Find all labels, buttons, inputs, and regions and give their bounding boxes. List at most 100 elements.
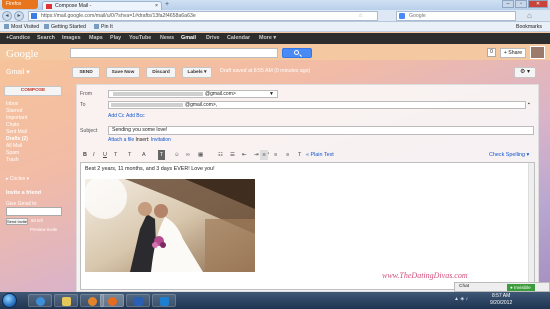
- new-tab-button[interactable]: +: [165, 1, 169, 9]
- taskbar-ie-button[interactable]: [28, 294, 52, 307]
- numbered-list-button[interactable]: ☷: [218, 150, 223, 160]
- gmail-menu-label[interactable]: Gmail ▾: [6, 68, 30, 76]
- align-right-button[interactable]: ≡: [286, 150, 289, 160]
- clock-time: 8:57 AM: [491, 293, 511, 299]
- emoticon-button[interactable]: ☺: [174, 150, 180, 160]
- tab-close-icon[interactable]: ×: [155, 2, 158, 10]
- system-tray-icons[interactable]: ▲ ◈ ♪: [454, 296, 468, 302]
- bulleted-list-button[interactable]: ☰: [230, 150, 235, 160]
- avatar[interactable]: [530, 46, 545, 59]
- check-spelling-link[interactable]: Check Spelling ▾: [489, 150, 529, 160]
- from-select[interactable]: @gmail.com> ▼: [108, 90, 278, 98]
- browser-search-field[interactable]: Google: [396, 11, 516, 21]
- home-icon[interactable]: ⌂: [527, 11, 532, 21]
- insert-invitation-link[interactable]: Invitation: [151, 137, 171, 143]
- gbar-item-drive[interactable]: Drive: [206, 33, 220, 44]
- gbar-item-news[interactable]: News: [160, 33, 174, 44]
- italic-button[interactable]: I: [93, 150, 95, 160]
- compose-button[interactable]: COMPOSE: [4, 86, 62, 96]
- search-button[interactable]: [282, 48, 312, 58]
- gbar-item-youtube[interactable]: YouTube: [129, 33, 151, 44]
- taskbar-photoshop-elements-button[interactable]: [152, 294, 176, 307]
- add-cc-link[interactable]: Add Cc: [108, 113, 124, 119]
- chat-bar[interactable]: Chat ● Invisible: [454, 282, 550, 292]
- chat-status-badge[interactable]: ● Invisible: [507, 284, 535, 291]
- sidebar-item-drafts[interactable]: Drafts (2): [6, 136, 28, 143]
- back-arrow-icon[interactable]: ◂: [2, 11, 12, 21]
- attach-file-link[interactable]: Attach a file: [108, 137, 134, 143]
- add-bcc-link[interactable]: Add Bcc: [126, 113, 145, 119]
- to-field[interactable]: @gmail.com>,: [108, 101, 526, 109]
- remove-formatting-button[interactable]: T: [298, 150, 301, 160]
- labels-button[interactable]: Labels ▾: [182, 67, 212, 78]
- browser-titlebar: Firefox Compose Mail - × + – ▫ ✕: [0, 0, 550, 10]
- subject-input[interactable]: Sending you some love!: [108, 126, 534, 135]
- gbar-item-profile[interactable]: +Candice: [6, 33, 30, 44]
- gbar-item-play[interactable]: Play: [110, 33, 121, 44]
- sidebar-item-inbox[interactable]: Inbox: [6, 101, 28, 108]
- firefox-menu-button[interactable]: Firefox: [2, 0, 38, 9]
- bookmark-star-icon[interactable]: ☆: [358, 12, 363, 20]
- send-invite-button[interactable]: Send Invite: [6, 218, 28, 225]
- gbar-item-images[interactable]: Images: [62, 33, 81, 44]
- bookmark-most-visited[interactable]: Most Visited: [4, 22, 39, 32]
- font-button[interactable]: T: [114, 150, 117, 160]
- insert-image-button[interactable]: ▦: [198, 150, 203, 160]
- indent-less-button[interactable]: ⇤: [242, 150, 247, 160]
- bookmark-pin-it[interactable]: Pin It: [94, 22, 113, 32]
- bookmarks-menu[interactable]: Bookmarks: [516, 22, 542, 32]
- link-button[interactable]: ∞: [186, 150, 190, 160]
- sidebar-circles[interactable]: ▸ Circles ▾: [6, 176, 29, 182]
- minimize-button[interactable]: –: [502, 0, 514, 8]
- word-icon: [134, 297, 143, 306]
- editor-scrollbar[interactable]: [528, 163, 534, 289]
- sidebar-item-starred[interactable]: Starred: [6, 108, 28, 115]
- gbar-item-search[interactable]: Search: [37, 33, 55, 44]
- from-label: From: [80, 91, 93, 97]
- forward-arrow-icon[interactable]: ▸: [14, 11, 24, 21]
- settings-gear-button[interactable]: ⚙ ▾: [514, 67, 536, 78]
- browser-tab-compose-mail[interactable]: Compose Mail - ×: [42, 1, 162, 10]
- font-size-button[interactable]: T: [128, 150, 131, 160]
- sidebar-item-spam[interactable]: Spam: [6, 150, 28, 157]
- align-left-button[interactable]: ≡: [274, 150, 277, 160]
- discard-button[interactable]: Discard: [146, 67, 176, 78]
- invite-friend-title: Invite a friend: [6, 190, 42, 196]
- taskbar-firefox-button[interactable]: [100, 294, 124, 307]
- align-center-button[interactable]: ≡: [260, 150, 268, 160]
- underline-button[interactable]: U: [103, 150, 107, 160]
- close-window-button[interactable]: ✕: [528, 0, 548, 8]
- expand-recipients-icon[interactable]: ▪: [528, 101, 530, 107]
- indent-more-button[interactable]: ⇥: [254, 150, 259, 160]
- share-button[interactable]: + Share: [500, 48, 526, 58]
- sidebar-item-important[interactable]: Important: [6, 115, 28, 122]
- notifications-count[interactable]: 0: [487, 48, 496, 57]
- sidebar-item-chats[interactable]: Chats: [6, 122, 28, 129]
- gbar-item-gmail[interactable]: Gmail: [181, 33, 196, 44]
- preview-invite-link[interactable]: Preview Invite: [30, 227, 57, 232]
- text-color-button[interactable]: A: [142, 150, 146, 160]
- taskbar-word-button[interactable]: [126, 294, 150, 307]
- bookmark-page-icon: [94, 24, 99, 30]
- wedding-photo-illustration: [85, 179, 255, 272]
- gbar-item-more[interactable]: More ▾: [259, 33, 276, 44]
- taskbar-explorer-button[interactable]: [54, 294, 78, 307]
- windows-start-button[interactable]: [2, 293, 17, 308]
- google-logo[interactable]: Google: [6, 48, 38, 60]
- mail-search-input[interactable]: [70, 48, 278, 58]
- maximize-button[interactable]: ▫: [515, 0, 527, 8]
- invite-email-input[interactable]: [6, 207, 62, 216]
- sidebar-item-trash[interactable]: Trash: [6, 157, 28, 164]
- bold-button[interactable]: B: [83, 150, 87, 160]
- save-now-button[interactable]: Save Now: [106, 67, 140, 78]
- plain-text-link[interactable]: « Plain Text: [306, 150, 334, 160]
- sidebar-item-sent-mail[interactable]: Sent Mail: [6, 129, 28, 136]
- send-button[interactable]: SEND: [72, 67, 100, 78]
- address-bar[interactable]: https://mail.google.com/mail/u/0/?shva=1…: [28, 11, 378, 21]
- clock[interactable]: 8:57 AM 9/20/2012: [490, 293, 512, 307]
- sidebar-item-all-mail[interactable]: All Mail: [6, 143, 28, 150]
- gbar-item-calendar[interactable]: Calendar: [227, 33, 250, 44]
- gbar-item-maps[interactable]: Maps: [89, 33, 103, 44]
- bookmark-getting-started[interactable]: Getting Started: [44, 22, 86, 32]
- highlight-color-button[interactable]: T: [158, 150, 165, 160]
